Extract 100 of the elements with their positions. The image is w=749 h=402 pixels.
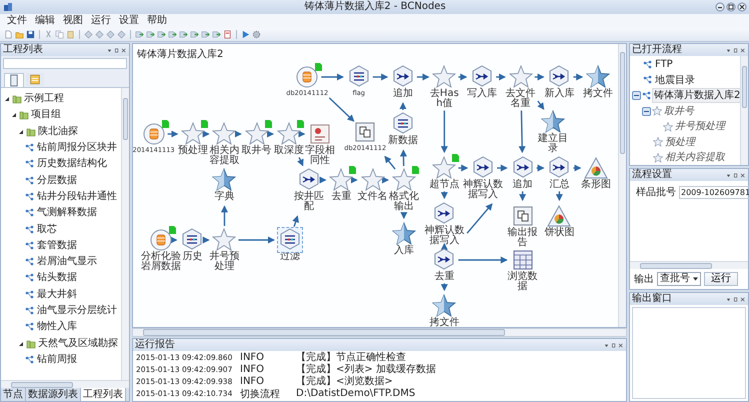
- tree-item[interactable]: 钻井分段钻井通性: [37, 190, 117, 203]
- panel-controls-icon[interactable]: [726, 296, 746, 302]
- node-label: 写入库: [467, 89, 498, 99]
- new-file-icon[interactable]: [4, 30, 13, 39]
- flow-icon: [25, 322, 35, 332]
- star-icon: [663, 122, 673, 132]
- list-icon[interactable]: [26, 73, 44, 86]
- node-label: 神辉认数据写入: [463, 180, 503, 200]
- canvas-title: 铸体薄片数据入库2: [137, 48, 224, 61]
- node-label: 字段相同性: [305, 146, 336, 166]
- connector-arrow: [319, 176, 326, 184]
- horizontal-scrollbar[interactable]: [1, 380, 129, 388]
- panel-controls-icon[interactable]: [726, 46, 746, 54]
- expander-icon[interactable]: [18, 128, 24, 135]
- connector-arrow: [537, 100, 544, 110]
- panel-controls-icon[interactable]: [726, 172, 746, 178]
- vertical-scrollbar[interactable]: [121, 88, 129, 380]
- save-icon[interactable]: [26, 30, 35, 39]
- tree-item[interactable]: 历史数据结构化: [37, 158, 107, 170]
- tree-item[interactable]: 铸体薄片数据入库2: [653, 89, 740, 102]
- copy-icon[interactable]: [55, 30, 64, 39]
- tree-item[interactable]: 气测解释数据: [37, 207, 97, 220]
- tree-item[interactable]: 钻前周报分区块井: [37, 142, 117, 154]
- connector-arrow: [220, 205, 228, 226]
- panel-tab[interactable]: 工程列表: [81, 388, 126, 401]
- node-label: 去重: [434, 272, 454, 282]
- node-icon[interactable]: [84, 30, 93, 39]
- log-message: D:\DatistDemo\FTP.DMS: [296, 388, 416, 400]
- output-label: 输出: [634, 272, 654, 286]
- tree-item[interactable]: 陕北油探: [38, 126, 78, 138]
- node-icon[interactable]: [95, 30, 104, 39]
- vertical-scrollbar[interactable]: [740, 56, 748, 165]
- tree-item[interactable]: 最大井斜: [37, 288, 77, 301]
- tree-item[interactable]: 预处理: [664, 136, 696, 149]
- connector-arrow: [497, 164, 508, 172]
- connector-arrow: [534, 74, 545, 80]
- log-level: INFO: [240, 376, 266, 387]
- panel-controls-icon[interactable]: [604, 342, 624, 348]
- horizontal-scrollbar[interactable]: [132, 328, 627, 337]
- node-label: 井号预处理: [209, 252, 240, 272]
- menu-item[interactable]: 设置: [115, 14, 143, 28]
- tree-item[interactable]: 天然气及区域勘探: [38, 338, 118, 350]
- menu-item[interactable]: 文件: [3, 14, 31, 28]
- tree-item[interactable]: 岩屑油气显示: [37, 256, 97, 268]
- tree-item[interactable]: 取芯: [37, 224, 57, 236]
- tree-item[interactable]: 钻前周报: [37, 354, 77, 366]
- tree-item[interactable]: 井号预处理: [674, 120, 726, 134]
- collapse-icon[interactable]: [632, 91, 641, 100]
- menu-item[interactable]: 编辑: [31, 14, 59, 28]
- horizontal-scrollbar[interactable]: [630, 261, 748, 269]
- menu-item[interactable]: 运行: [87, 14, 115, 28]
- flow-icon: [25, 240, 35, 251]
- search-field[interactable]: [3, 58, 127, 69]
- tree-item[interactable]: 物性入库: [37, 321, 77, 334]
- folder-icon: [19, 110, 29, 120]
- tree-item[interactable]: 相关内容提取: [664, 151, 726, 164]
- tree-item[interactable]: FTP: [654, 58, 674, 72]
- gear-icon[interactable]: [252, 30, 261, 39]
- tree-item[interactable]: 油气显示分层统计: [37, 305, 117, 317]
- connector-arrow: [168, 130, 178, 138]
- flow-icon: [25, 290, 35, 300]
- node-icon[interactable]: [106, 30, 115, 39]
- scissors-icon[interactable]: [44, 30, 53, 39]
- document-icon[interactable]: [4, 73, 24, 87]
- clipboard-icon[interactable]: [66, 30, 75, 39]
- connector-arrow: [384, 156, 396, 170]
- expander-icon[interactable]: [11, 112, 17, 118]
- node-icon[interactable]: [117, 30, 126, 39]
- minimize-icon[interactable]: [715, 2, 725, 12]
- run-button[interactable]: 运行: [704, 272, 738, 286]
- folder-icon[interactable]: [15, 30, 24, 39]
- connector-arrow: [458, 164, 468, 172]
- menu-item[interactable]: 帮助: [143, 14, 171, 28]
- tree-item[interactable]: 取井号: [663, 104, 695, 118]
- connector-arrow: [328, 97, 354, 122]
- connector-arrow: [440, 110, 448, 154]
- expander-icon[interactable]: [4, 96, 10, 102]
- menu-item[interactable]: 视图: [59, 14, 87, 28]
- close-icon[interactable]: [737, 2, 747, 12]
- connector-arrow: [350, 176, 358, 184]
- tree-item[interactable]: 项目组: [31, 109, 61, 122]
- output-dropdown[interactable]: 查批号: [657, 272, 701, 286]
- tree-item[interactable]: 钻头数据: [37, 272, 77, 284]
- batch-number-field[interactable]: 2009-102609781: [679, 186, 749, 198]
- panel-tab[interactable]: 节点: [1, 388, 26, 401]
- restore-icon[interactable]: [726, 2, 736, 12]
- node-label: 新入库: [544, 89, 574, 99]
- collapse-icon[interactable]: [642, 106, 651, 116]
- tree-item[interactable]: 套管数据: [37, 240, 77, 252]
- log-message: 【完成】<浏览数据>: [296, 374, 393, 388]
- connector-arrow: [234, 130, 242, 138]
- expander-icon[interactable]: [18, 340, 24, 347]
- report-icon[interactable]: [223, 30, 232, 39]
- connector-arrow: [297, 157, 304, 166]
- tree-item[interactable]: 分层数据: [37, 174, 77, 187]
- play-icon[interactable]: [241, 30, 250, 39]
- panel-controls-icon[interactable]: [107, 46, 127, 54]
- tree-item[interactable]: 地震目录: [654, 74, 696, 87]
- vertical-scrollbar[interactable]: [618, 44, 626, 327]
- tree-item[interactable]: 示例工程: [24, 93, 64, 106]
